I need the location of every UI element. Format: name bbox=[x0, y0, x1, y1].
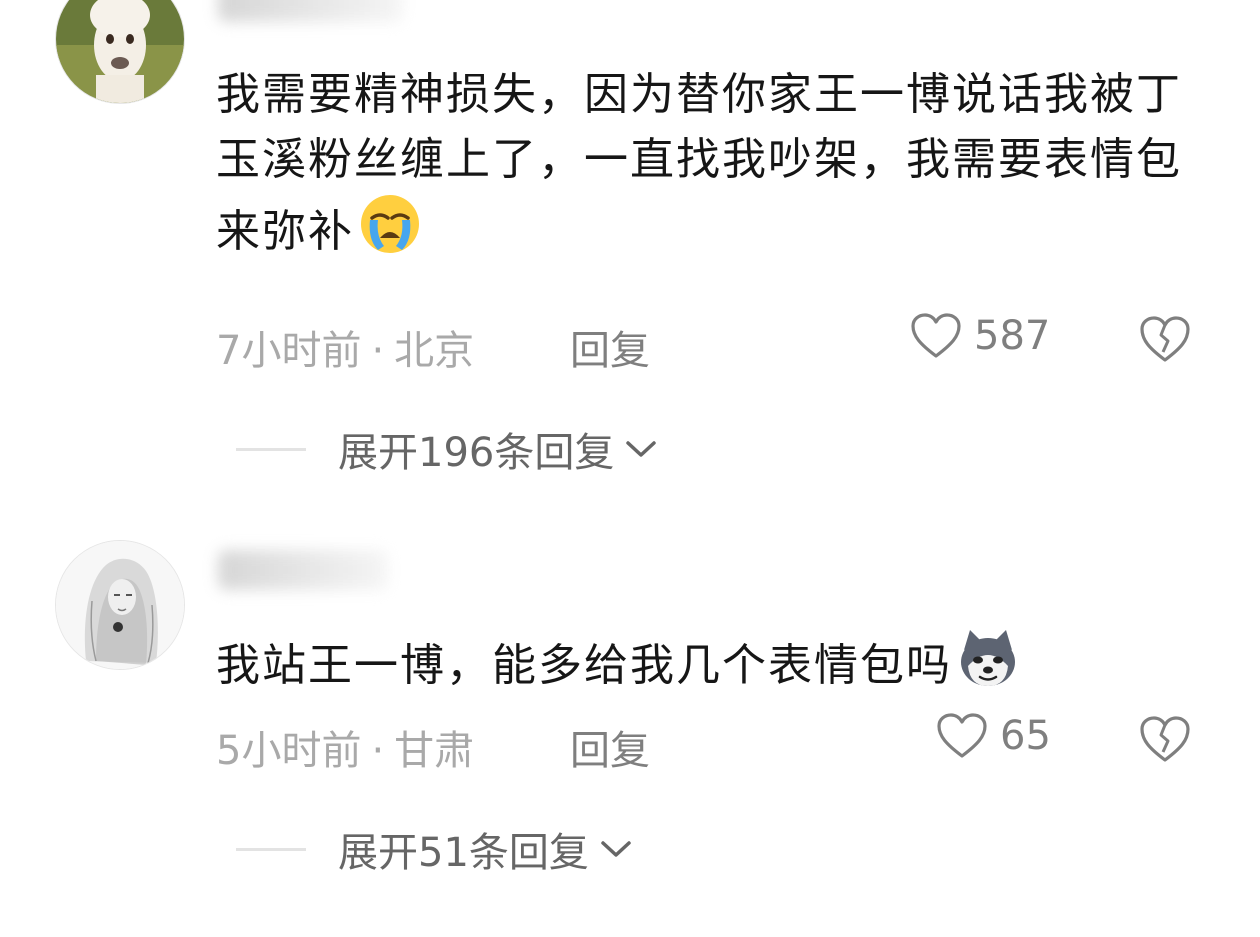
meta-separator: · bbox=[371, 728, 385, 774]
reply-button[interactable]: 回复 bbox=[570, 318, 650, 376]
heart-icon bbox=[937, 713, 987, 758]
husky-dog-icon bbox=[961, 630, 1015, 686]
comment-location: 甘肃 bbox=[394, 728, 475, 774]
like-count: 587 bbox=[974, 313, 1051, 359]
comment-body: 我站王一博，能多给我几个表情包吗 bbox=[216, 640, 952, 691]
username-blurred[interactable] bbox=[218, 0, 403, 22]
reply-button[interactable]: 回复 bbox=[570, 718, 650, 776]
expand-replies-label: 展开196条回复 bbox=[338, 430, 615, 476]
like-count: 65 bbox=[1000, 713, 1051, 759]
crying-face-icon bbox=[361, 195, 419, 253]
comment-text: 我站王一博，能多给我几个表情包吗 bbox=[216, 626, 1216, 698]
comment-meta: 7小时前 · 北京 回复 bbox=[216, 318, 650, 376]
dislike-broken-heart-icon[interactable] bbox=[1138, 714, 1192, 764]
chevron-down-icon bbox=[626, 441, 657, 457]
divider-line bbox=[236, 447, 306, 451]
expand-replies-button[interactable]: 展开196条回复 bbox=[236, 420, 658, 478]
username-blurred[interactable] bbox=[218, 550, 388, 590]
expand-replies-label: 展开51条回复 bbox=[338, 830, 589, 876]
like-button[interactable]: 65 bbox=[936, 712, 1051, 760]
avatar[interactable] bbox=[55, 540, 185, 670]
chevron-down-icon bbox=[601, 841, 631, 857]
avatar[interactable] bbox=[55, 0, 185, 104]
like-button[interactable]: 587 bbox=[910, 312, 1050, 360]
divider-line bbox=[236, 847, 306, 851]
comment-meta: 5小时前 · 甘肃 回复 bbox=[216, 718, 650, 776]
expand-replies-button[interactable]: 展开51条回复 bbox=[236, 820, 633, 878]
dislike-broken-heart-icon[interactable] bbox=[1138, 314, 1192, 364]
comment-time: 5小时前 bbox=[216, 728, 362, 774]
comment-time: 7小时前 bbox=[216, 328, 362, 374]
comment-text: 我需要精神损失，因为替你家王一博说话我被丁玉溪粉丝缠上了，一直找我吵架，我需要表… bbox=[216, 62, 1216, 264]
meta-separator: · bbox=[371, 328, 385, 374]
heart-icon bbox=[911, 313, 961, 358]
comment-location: 北京 bbox=[394, 328, 475, 374]
